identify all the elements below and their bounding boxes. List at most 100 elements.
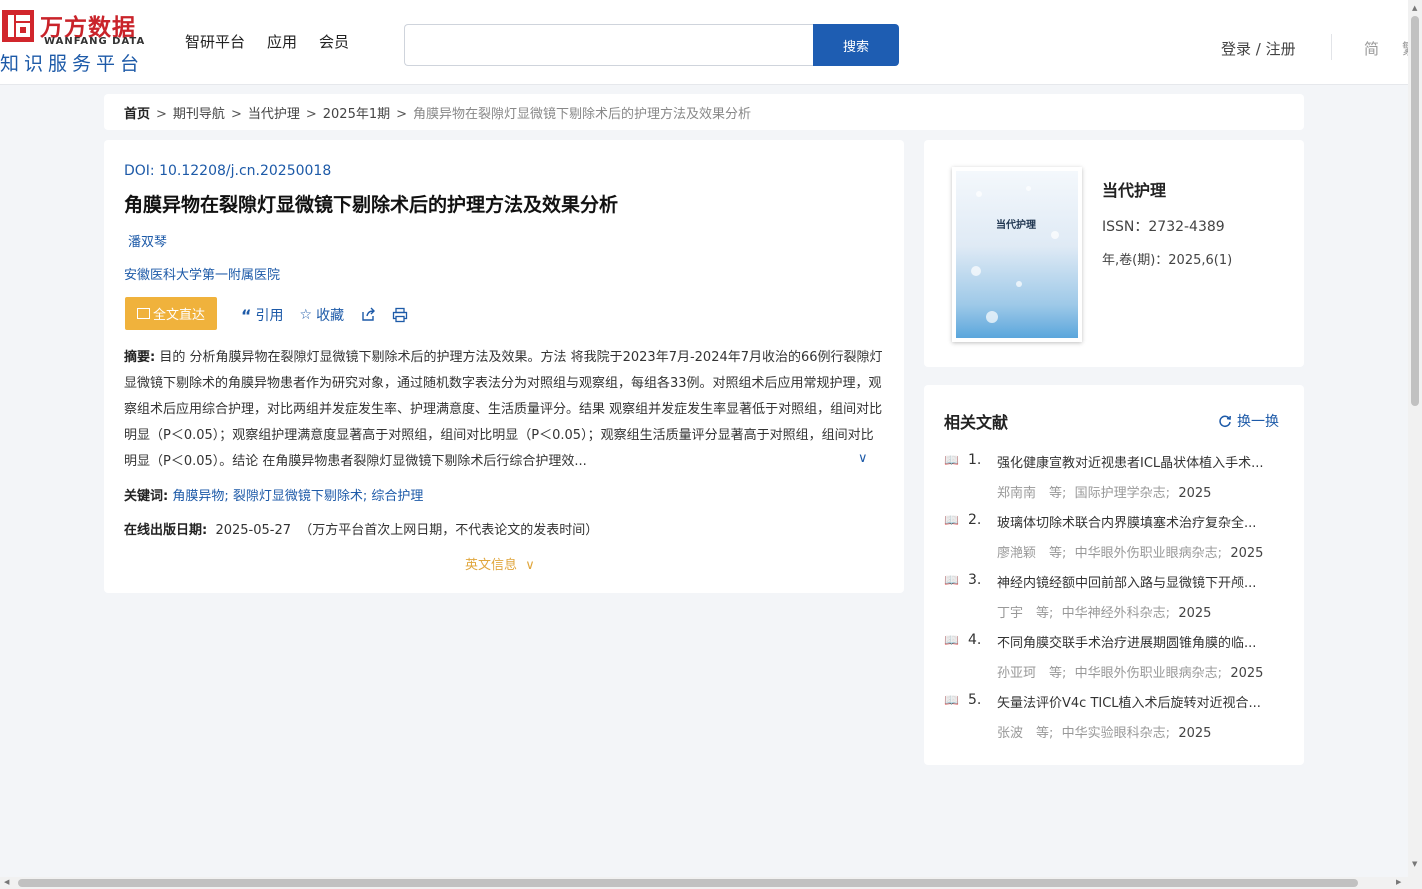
fulltext-label: 全文直达 (152, 308, 205, 323)
related-year: 2025 (1178, 726, 1212, 741)
abstract-label: 摘要: (124, 350, 156, 365)
keywords-label: 关键词: (124, 489, 169, 504)
nav-item-research[interactable]: 智研平台 (185, 31, 245, 52)
scroll-down-icon[interactable]: ▼ (1412, 860, 1417, 868)
related-title[interactable]: 玻璃体切除术联合内界膜填塞术治疗复杂全... (997, 512, 1287, 531)
keyword-link[interactable]: 综合护理 (371, 489, 423, 504)
related-meta: 郑南南 等; 国际护理学杂志; 2025 (997, 482, 1211, 501)
article-title: 角膜异物在裂隙灯显微镜下剔除术后的护理方法及效果分析 (124, 194, 619, 216)
related-year: 2025 (1230, 546, 1264, 561)
horizontal-scrollbar[interactable]: ◀ ▶ (0, 877, 1422, 889)
nav-item-apps[interactable]: 应用 (267, 31, 297, 52)
related-journal[interactable]: 中华眼外伤职业眼病杂志; (1075, 666, 1222, 681)
related-authors: 廖滟颖 等; (997, 546, 1067, 561)
pubdate-note: （万方平台首次上网日期，不代表论文的发表时间） (299, 523, 599, 538)
book-icon: 📖 (944, 633, 959, 647)
cover-title: 当代护理 (996, 220, 1036, 231)
breadcrumb-journal[interactable]: 当代护理 (248, 107, 300, 122)
breadcrumb: 首页 > 期刊导航 > 当代护理 >2025年1期 > 角膜异物在裂隙灯显微镜下剔除术后的护理… (104, 94, 1304, 130)
journal-cover[interactable]: 当代护理 (952, 167, 1082, 342)
related-meta: 张波 等; 中华实验眼科杂志; 2025 (997, 722, 1211, 741)
related-title[interactable]: 矢量法评价V4c TICL植入术后旋转对近视合... (997, 692, 1287, 711)
swap-label: 换一换 (1237, 414, 1279, 430)
swap-button[interactable]: 换一换 (1218, 411, 1279, 431)
search-button[interactable]: 搜索 (813, 24, 899, 66)
lang-simplified[interactable]: 简 (1364, 38, 1379, 59)
book-icon: 📖 (944, 453, 959, 467)
related-meta: 孙亚珂 等; 中华眼外伤职业眼病杂志; 2025 (997, 662, 1263, 681)
author-link[interactable]: 潘双琴 (128, 231, 167, 250)
related-year: 2025 (1178, 486, 1212, 501)
pubdate-value: 2025-05-27 (215, 523, 292, 538)
keywords: 关键词: 角膜异物; 裂隙灯显微镜下剔除术; 综合护理 (124, 489, 424, 504)
breadcrumb-issue[interactable]: 2025年1期 (323, 107, 390, 122)
expand-abstract-icon[interactable]: ∨ (858, 451, 868, 466)
english-info-toggle[interactable]: 英文信息 ∨ (465, 554, 535, 573)
doi-link[interactable]: DOI: 10.12208/j.cn.20250018 (124, 163, 331, 179)
related-year: 2025 (1178, 606, 1212, 621)
related-title[interactable]: 不同角膜交联手术治疗进展期圆锥角膜的临... (997, 632, 1287, 651)
share-button[interactable] (360, 307, 376, 323)
related-year: 2025 (1230, 666, 1264, 681)
keyword-link[interactable]: 角膜异物 (172, 489, 224, 504)
publish-date: 在线出版日期: 2025-05-27 （万方平台首次上网日期，不代表论文的发表时… (124, 519, 598, 538)
related-journal[interactable]: 中华神经外科杂志; (1062, 606, 1170, 621)
wanfang-logo[interactable]: 万方数据 WANFANG DATA 知识服务平台 (0, 6, 160, 76)
item-number: 4. (968, 632, 982, 648)
related-journal[interactable]: 国际护理学杂志; (1075, 486, 1170, 501)
quote-icon: “ (241, 305, 252, 325)
related-authors: 张波 等; (997, 726, 1054, 741)
journal-volume: 年,卷(期)：2025,6(1) (1102, 253, 1233, 268)
related-authors: 孙亚珂 等; (997, 666, 1067, 681)
refresh-icon (1219, 415, 1231, 428)
horizontal-scroll-thumb[interactable] (18, 879, 1358, 887)
breadcrumb-current: 角膜异物在裂隙灯显微镜下剔除术后的护理方法及效果分析 (413, 107, 752, 122)
related-meta: 廖滟颖 等; 中华眼外伤职业眼病杂志; 2025 (997, 542, 1263, 561)
search-input[interactable] (404, 24, 814, 66)
fulltext-button[interactable]: 全文直达 (125, 297, 217, 330)
scroll-up-icon[interactable]: ▲ (1412, 4, 1417, 12)
book-icon: 📖 (944, 513, 959, 527)
organization-link[interactable]: 安徽医科大学第一附属医院 (124, 264, 280, 283)
cite-button[interactable]: “引用 (241, 305, 284, 325)
vertical-scrollbar[interactable]: ▲ ▼ (1408, 0, 1422, 877)
collect-label: 收藏 (316, 308, 345, 324)
related-authors: 丁宇 等; (997, 606, 1054, 621)
breadcrumb-journals[interactable]: 期刊导航 (173, 107, 225, 122)
logo-mark-icon (2, 10, 34, 42)
keyword-link[interactable]: 裂隙灯显微镜下剔除术 (233, 489, 363, 504)
scroll-right-icon[interactable]: ▶ (1396, 878, 1401, 886)
login-register-link[interactable]: 登录 / 注册 (1221, 38, 1296, 59)
abstract: 摘要: 目的 分析角膜异物在裂隙灯显微镜下剔除术后的护理方法及效果。方法 将我院… (124, 345, 886, 475)
journal-issn: ISSN：2732-4389 (1102, 219, 1225, 235)
related-authors: 郑南南 等; (997, 486, 1067, 501)
chevron-down-icon: ∨ (525, 558, 535, 573)
article-actions: “引用 ☆ 收藏 (241, 305, 408, 325)
main-nav: 智研平台 应用 会员 (185, 31, 349, 52)
related-journal[interactable]: 中华实验眼科杂志; (1062, 726, 1170, 741)
related-heading: 相关文献 (944, 413, 1009, 432)
logo-subtitle: 知识服务平台 (0, 53, 145, 75)
related-title[interactable]: 强化健康宣教对近视患者ICL晶状体植入手术... (997, 452, 1287, 471)
star-icon: ☆ (299, 307, 313, 323)
collect-button[interactable]: ☆ 收藏 (300, 305, 345, 325)
print-button[interactable] (392, 307, 408, 323)
book-icon: 📖 (944, 573, 959, 587)
item-number: 2. (968, 512, 982, 528)
cite-label: 引用 (255, 308, 284, 324)
related-journal[interactable]: 中华眼外伤职业眼病杂志; (1075, 546, 1222, 561)
top-header: 万方数据 WANFANG DATA 知识服务平台 智研平台 应用 会员 搜索 登… (0, 0, 1408, 85)
journal-name[interactable]: 当代护理 (1102, 177, 1166, 201)
related-literature: 相关文献 换一换 📖 1. 强化健康宣教对近视患者ICL晶状体植入手术... 郑… (924, 385, 1304, 765)
share-icon (362, 307, 376, 321)
breadcrumb-home[interactable]: 首页 (124, 107, 150, 122)
pubdate-label: 在线出版日期: (124, 523, 208, 538)
scroll-left-icon[interactable]: ◀ (4, 878, 9, 886)
nav-item-member[interactable]: 会员 (319, 31, 349, 52)
abstract-text: 目的 分析角膜异物在裂隙灯显微镜下剔除术后的护理方法及效果。方法 将我院于202… (124, 350, 883, 469)
related-title[interactable]: 神经内镜经额中回前部入路与显微镜下开颅... (997, 572, 1287, 591)
journal-card: 当代护理 当代护理 ISSN：2732-4389 年,卷(期)：2025,6(1… (924, 140, 1304, 367)
related-meta: 丁宇 等; 中华神经外科杂志; 2025 (997, 602, 1211, 621)
header-divider (1331, 34, 1332, 60)
vertical-scroll-thumb[interactable] (1411, 16, 1419, 406)
